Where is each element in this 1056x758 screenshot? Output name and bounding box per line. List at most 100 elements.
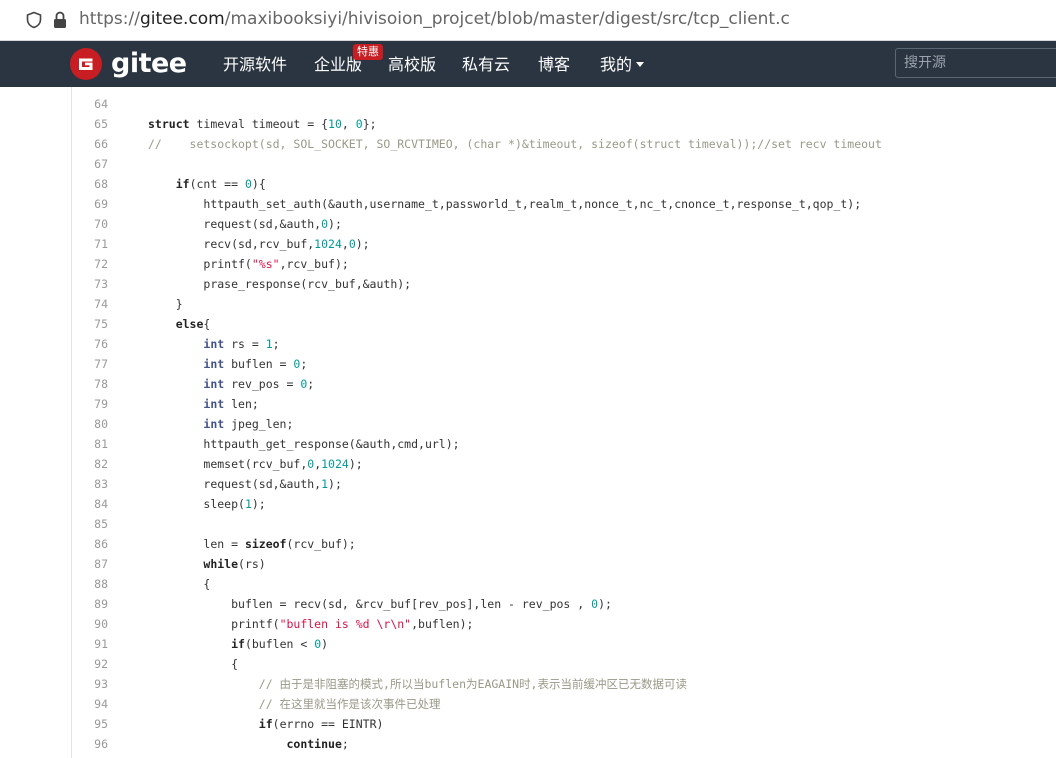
code-token: (rs): [238, 557, 266, 571]
browser-url-bar[interactable]: https://gitee.com/maxibooksiyi/hivisoion…: [0, 0, 1056, 41]
line-number[interactable]: 93: [72, 674, 108, 694]
code-line: 96 continue;: [72, 734, 1056, 754]
code-line: 71 recv(sd,rcv_buf,1024,0);: [72, 234, 1056, 254]
line-number[interactable]: 87: [72, 554, 108, 574]
nav-education[interactable]: 高校版: [388, 54, 436, 76]
nav-private-cloud[interactable]: 私有云: [462, 54, 510, 76]
code-token: // 在这里就当作是该次事件已处理: [258, 697, 441, 711]
code-text: {: [148, 654, 238, 674]
code-token: buflen =: [224, 357, 294, 371]
line-number[interactable]: 77: [72, 354, 108, 374]
code-token: if: [231, 637, 245, 651]
line-number[interactable]: 71: [72, 234, 108, 254]
line-number[interactable]: 82: [72, 454, 108, 474]
code-token: 1: [265, 337, 273, 351]
code-token: 0: [321, 217, 329, 231]
code-token: memset(rcv_buf,: [203, 457, 308, 471]
code-token: recv(sd,rcv_buf,: [203, 237, 315, 251]
line-number[interactable]: 65: [72, 114, 108, 134]
nav-blog[interactable]: 博客: [538, 54, 570, 76]
code-text: int rs = 1;: [148, 334, 279, 354]
code-text: // 由于是非阻塞的模式,所以当buflen为EAGAIN时,表示当前缓冲区已无…: [148, 674, 687, 694]
code-line: 72 printf("%s",rcv_buf);: [72, 254, 1056, 274]
url-scheme: https://: [79, 9, 140, 29]
line-number[interactable]: 80: [72, 414, 108, 434]
line-number[interactable]: 96: [72, 734, 108, 754]
code-line: 92 {: [72, 654, 1056, 674]
code-line: 77 int buflen = 0;: [72, 354, 1056, 374]
code-line: 90 printf("buflen is %d \r\n",buflen);: [72, 614, 1056, 634]
gitee-logo-icon: [70, 48, 102, 80]
line-number[interactable]: 89: [72, 594, 108, 614]
line-number[interactable]: 68: [72, 174, 108, 194]
code-token: request(sd,&auth,: [203, 217, 322, 231]
lock-icon[interactable]: [52, 10, 68, 30]
code-text: if(cnt == 0){: [148, 174, 266, 194]
search-input[interactable]: [895, 48, 1056, 78]
code-token: 0: [244, 177, 252, 191]
line-number[interactable]: 64: [72, 94, 108, 114]
line-number[interactable]: 84: [72, 494, 108, 514]
line-number[interactable]: 72: [72, 254, 108, 274]
code-token: httpauth_get_response(&auth,cmd,url);: [203, 437, 460, 451]
code-token: printf(: [231, 617, 280, 631]
code-line: 89 buflen = recv(sd, &rcv_buf[rev_pos],l…: [72, 594, 1056, 614]
url-path: /maxibooksiyi/hivisoion_projcet/blob/mas…: [224, 9, 790, 29]
line-number[interactable]: 78: [72, 374, 108, 394]
code-token: 1024: [314, 237, 342, 251]
line-number[interactable]: 79: [72, 394, 108, 414]
line-number[interactable]: 90: [72, 614, 108, 634]
code-line: 70 request(sd,&auth,0);: [72, 214, 1056, 234]
code-text: continue;: [148, 734, 348, 754]
code-text: int buflen = 0;: [148, 354, 307, 374]
line-number[interactable]: 75: [72, 314, 108, 334]
line-number[interactable]: 83: [72, 474, 108, 494]
line-number[interactable]: 67: [72, 154, 108, 174]
url-host: gitee.com: [139, 9, 225, 29]
code-text: // setsockopt(sd, SOL_SOCKET, SO_RCVTIME…: [148, 134, 882, 154]
line-number[interactable]: 94: [72, 694, 108, 714]
line-number[interactable]: 91: [72, 634, 108, 654]
nav-mine-menu[interactable]: 我的: [600, 54, 645, 76]
shield-icon[interactable]: [25, 11, 43, 29]
code-token: );: [348, 457, 363, 471]
code-line: 81 httpauth_get_response(&auth,cmd,url);: [72, 434, 1056, 454]
code-text: if(errno == EINTR): [148, 714, 384, 734]
line-number[interactable]: 86: [72, 534, 108, 554]
code-text: printf("%s",rcv_buf);: [148, 254, 348, 274]
code-token: ): [321, 637, 329, 651]
gitee-logo[interactable]: gitee: [70, 48, 187, 80]
code-token: httpauth_set_auth(&auth,username_t,passw…: [203, 197, 862, 211]
url-text[interactable]: https://gitee.com/maxibooksiyi/hivisoion…: [79, 9, 790, 29]
line-number[interactable]: 73: [72, 274, 108, 294]
code-line: 66 // setsockopt(sd, SOL_SOCKET, SO_RCVTI…: [72, 134, 1056, 154]
code-token: if: [258, 717, 273, 731]
line-number[interactable]: 95: [72, 714, 108, 734]
code-text: httpauth_get_response(&auth,cmd,url);: [148, 434, 460, 454]
line-number[interactable]: 85: [72, 514, 108, 534]
code-token: len =: [203, 537, 245, 551]
code-token: int: [203, 357, 225, 371]
code-token: ;: [300, 357, 308, 371]
line-number[interactable]: 81: [72, 434, 108, 454]
nav-open-source[interactable]: 开源软件: [223, 54, 287, 76]
code-text: sleep(1);: [148, 494, 265, 514]
line-number[interactable]: 70: [72, 214, 108, 234]
code-token: sleep(: [203, 497, 245, 511]
code-line: 86 len = sizeof(rcv_buf);: [72, 534, 1056, 554]
line-number[interactable]: 66: [72, 134, 108, 154]
line-number[interactable]: 92: [72, 654, 108, 674]
code-token: struct: [148, 117, 190, 131]
code-token: 1024: [321, 457, 349, 471]
line-number[interactable]: 69: [72, 194, 108, 214]
code-line: 94 // 在这里就当作是该次事件已处理: [72, 694, 1056, 714]
code-token: "buflen is %d \r\n": [279, 617, 412, 631]
line-number[interactable]: 74: [72, 294, 108, 314]
code-text: else{: [148, 314, 211, 334]
code-text: // 在这里就当作是该次事件已处理: [148, 694, 441, 714]
code-token: (errno == EINTR): [272, 717, 384, 731]
line-number[interactable]: 76: [72, 334, 108, 354]
code-line: 78 int rev_pos = 0;: [72, 374, 1056, 394]
line-number[interactable]: 88: [72, 574, 108, 594]
code-token: "%s": [251, 257, 280, 271]
